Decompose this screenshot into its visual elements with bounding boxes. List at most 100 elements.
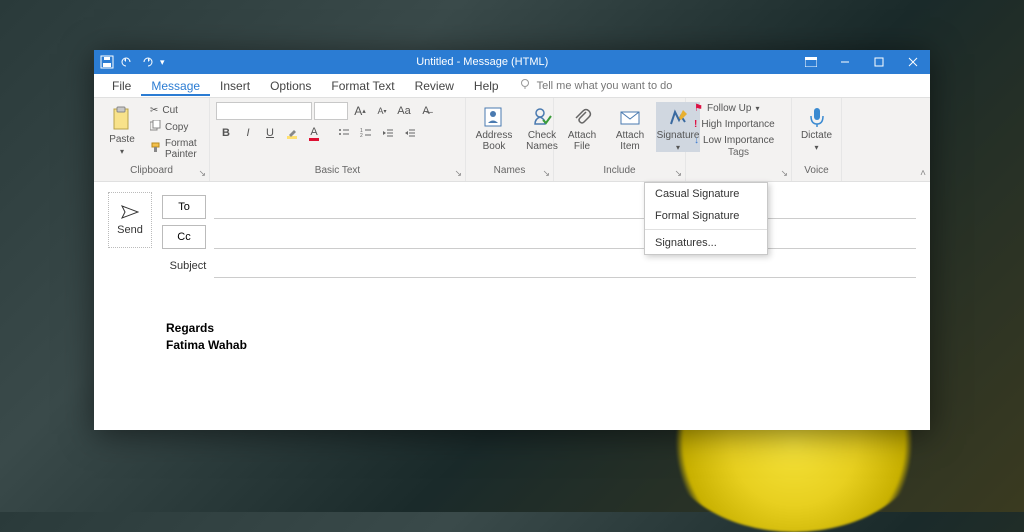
bold-button[interactable]: B bbox=[216, 124, 236, 142]
message-body[interactable]: Regards Fatima Wahab bbox=[162, 280, 916, 354]
group-label-voice: Voice bbox=[792, 165, 841, 181]
group-clipboard: Paste ▾ ✂Cut Copy Format Painter Clipboa… bbox=[94, 98, 210, 181]
outlook-message-window: ▾ Untitled - Message (HTML) File Message… bbox=[94, 50, 930, 430]
clear-formatting-button[interactable]: A̶ bbox=[416, 102, 436, 120]
paste-button[interactable]: Paste ▾ bbox=[100, 102, 144, 156]
italic-button[interactable]: I bbox=[238, 124, 258, 142]
cc-button[interactable]: Cc bbox=[162, 225, 206, 249]
cc-field[interactable] bbox=[214, 225, 916, 249]
font-family-combo[interactable] bbox=[216, 102, 312, 120]
ribbon-tabs: File Message Insert Options Format Text … bbox=[94, 74, 930, 98]
down-arrow-icon: ↓ bbox=[694, 135, 699, 146]
qat-customize-icon[interactable]: ▾ bbox=[160, 57, 165, 68]
grow-font-button[interactable]: A▴ bbox=[350, 102, 370, 120]
undo-icon[interactable] bbox=[120, 55, 134, 69]
increase-indent-button[interactable] bbox=[400, 124, 420, 142]
dictate-button[interactable]: Dictate ▾ bbox=[795, 102, 839, 152]
to-button[interactable]: To bbox=[162, 195, 206, 219]
titlebar: ▾ Untitled - Message (HTML) bbox=[94, 50, 930, 74]
address-book-icon bbox=[483, 106, 505, 128]
include-dialog-launcher[interactable]: ↘ bbox=[674, 168, 682, 179]
format-painter-button[interactable]: Format Painter bbox=[148, 137, 203, 161]
exclamation-icon: ! bbox=[694, 119, 697, 130]
high-importance-button[interactable]: !High Importance bbox=[692, 118, 785, 131]
save-icon[interactable] bbox=[100, 55, 114, 69]
names-dialog-launcher[interactable]: ↘ bbox=[542, 168, 550, 179]
lightbulb-icon bbox=[519, 78, 531, 93]
signatures-more[interactable]: Signatures... bbox=[645, 232, 767, 254]
svg-text:2: 2 bbox=[360, 133, 363, 139]
font-size-combo[interactable] bbox=[314, 102, 348, 120]
numbering-button[interactable]: 12 bbox=[356, 124, 376, 142]
change-case-button[interactable]: Aa bbox=[394, 102, 414, 120]
group-names: Address Book Check Names Names ↘ bbox=[466, 98, 554, 181]
send-button[interactable]: Send bbox=[108, 192, 152, 248]
chevron-down-icon: ▾ bbox=[120, 147, 124, 156]
tab-file[interactable]: File bbox=[102, 75, 141, 96]
signature-option-casual[interactable]: Casual Signature bbox=[645, 183, 767, 205]
redo-icon[interactable] bbox=[140, 55, 154, 69]
signature-line-1: Regards bbox=[166, 320, 916, 337]
minimize-button[interactable] bbox=[828, 50, 862, 74]
decrease-indent-button[interactable] bbox=[378, 124, 398, 142]
signature-line-2: Fatima Wahab bbox=[166, 337, 916, 354]
clipboard-dialog-launcher[interactable]: ↘ bbox=[198, 168, 206, 179]
group-include: Attach File Attach Item Signature ▾ Incl… bbox=[554, 98, 686, 181]
tab-format-text[interactable]: Format Text bbox=[321, 75, 404, 96]
low-importance-button[interactable]: ↓Low Importance bbox=[692, 134, 785, 147]
tab-insert[interactable]: Insert bbox=[210, 75, 260, 96]
window-controls bbox=[794, 50, 930, 74]
paperclip-icon bbox=[572, 106, 592, 128]
copy-button[interactable]: Copy bbox=[148, 119, 203, 135]
address-book-button[interactable]: Address Book bbox=[472, 102, 516, 152]
tab-message[interactable]: Message bbox=[141, 75, 210, 96]
tab-help[interactable]: Help bbox=[464, 75, 509, 96]
group-label-include: Include bbox=[554, 165, 685, 181]
ribbon: Paste ▾ ✂Cut Copy Format Painter Clipboa… bbox=[94, 98, 930, 182]
tags-dialog-launcher[interactable]: ↘ bbox=[780, 168, 788, 179]
scissors-icon: ✂ bbox=[150, 105, 158, 116]
tab-options[interactable]: Options bbox=[260, 75, 321, 96]
ribbon-display-options-icon[interactable] bbox=[794, 50, 828, 74]
dropdown-separator bbox=[645, 229, 767, 230]
chevron-down-icon: ▾ bbox=[814, 143, 818, 152]
quick-access-toolbar: ▾ bbox=[94, 55, 171, 69]
text-highlight-button[interactable] bbox=[282, 124, 302, 142]
tell-me-search[interactable]: Tell me what you want to do bbox=[519, 78, 673, 93]
group-label-tags: Tags bbox=[686, 147, 791, 163]
attach-item-button[interactable]: Attach Item bbox=[608, 102, 652, 152]
shrink-font-button[interactable]: A▾ bbox=[372, 102, 392, 120]
to-field[interactable] bbox=[214, 195, 916, 219]
signature-option-formal[interactable]: Formal Signature bbox=[645, 205, 767, 227]
basic-text-dialog-launcher[interactable]: ↘ bbox=[454, 168, 462, 179]
attach-file-button[interactable]: Attach File bbox=[560, 102, 604, 152]
group-basic-text: A▴ A▾ Aa A̶ B I U A 12 Ba bbox=[210, 98, 466, 181]
group-label-basic-text: Basic Text bbox=[210, 165, 465, 181]
underline-button[interactable]: U bbox=[260, 124, 280, 142]
window-title: Untitled - Message (HTML) bbox=[171, 56, 794, 68]
tell-me-placeholder: Tell me what you want to do bbox=[537, 80, 673, 92]
subject-label: Subject bbox=[162, 260, 214, 272]
maximize-button[interactable] bbox=[862, 50, 896, 74]
copy-icon bbox=[150, 120, 161, 134]
signature-dropdown: Casual Signature Formal Signature Signat… bbox=[644, 182, 768, 255]
group-label-names: Names bbox=[466, 165, 553, 181]
font-color-button[interactable]: A bbox=[304, 124, 324, 142]
close-button[interactable] bbox=[896, 50, 930, 74]
paintbrush-icon bbox=[150, 142, 161, 156]
attach-item-icon bbox=[619, 106, 641, 128]
send-icon bbox=[121, 205, 139, 222]
compose-area: Send To Cc Subject Regards Fatima Wahab bbox=[94, 182, 930, 430]
chevron-down-icon: ▾ bbox=[676, 143, 680, 152]
check-names-icon bbox=[531, 106, 553, 128]
subject-field[interactable] bbox=[214, 254, 916, 278]
collapse-ribbon-button[interactable]: ˄ bbox=[920, 168, 926, 179]
flag-icon: ⚑ bbox=[694, 103, 703, 114]
tab-review[interactable]: Review bbox=[405, 75, 464, 96]
bullets-button[interactable] bbox=[334, 124, 354, 142]
group-label-clipboard: Clipboard bbox=[94, 165, 209, 181]
microphone-icon bbox=[808, 106, 826, 128]
follow-up-button[interactable]: ⚑Follow Up▾ bbox=[692, 102, 785, 115]
cut-button[interactable]: ✂Cut bbox=[148, 104, 203, 117]
group-tags: ⚑Follow Up▾ !High Importance ↓Low Import… bbox=[686, 98, 792, 181]
